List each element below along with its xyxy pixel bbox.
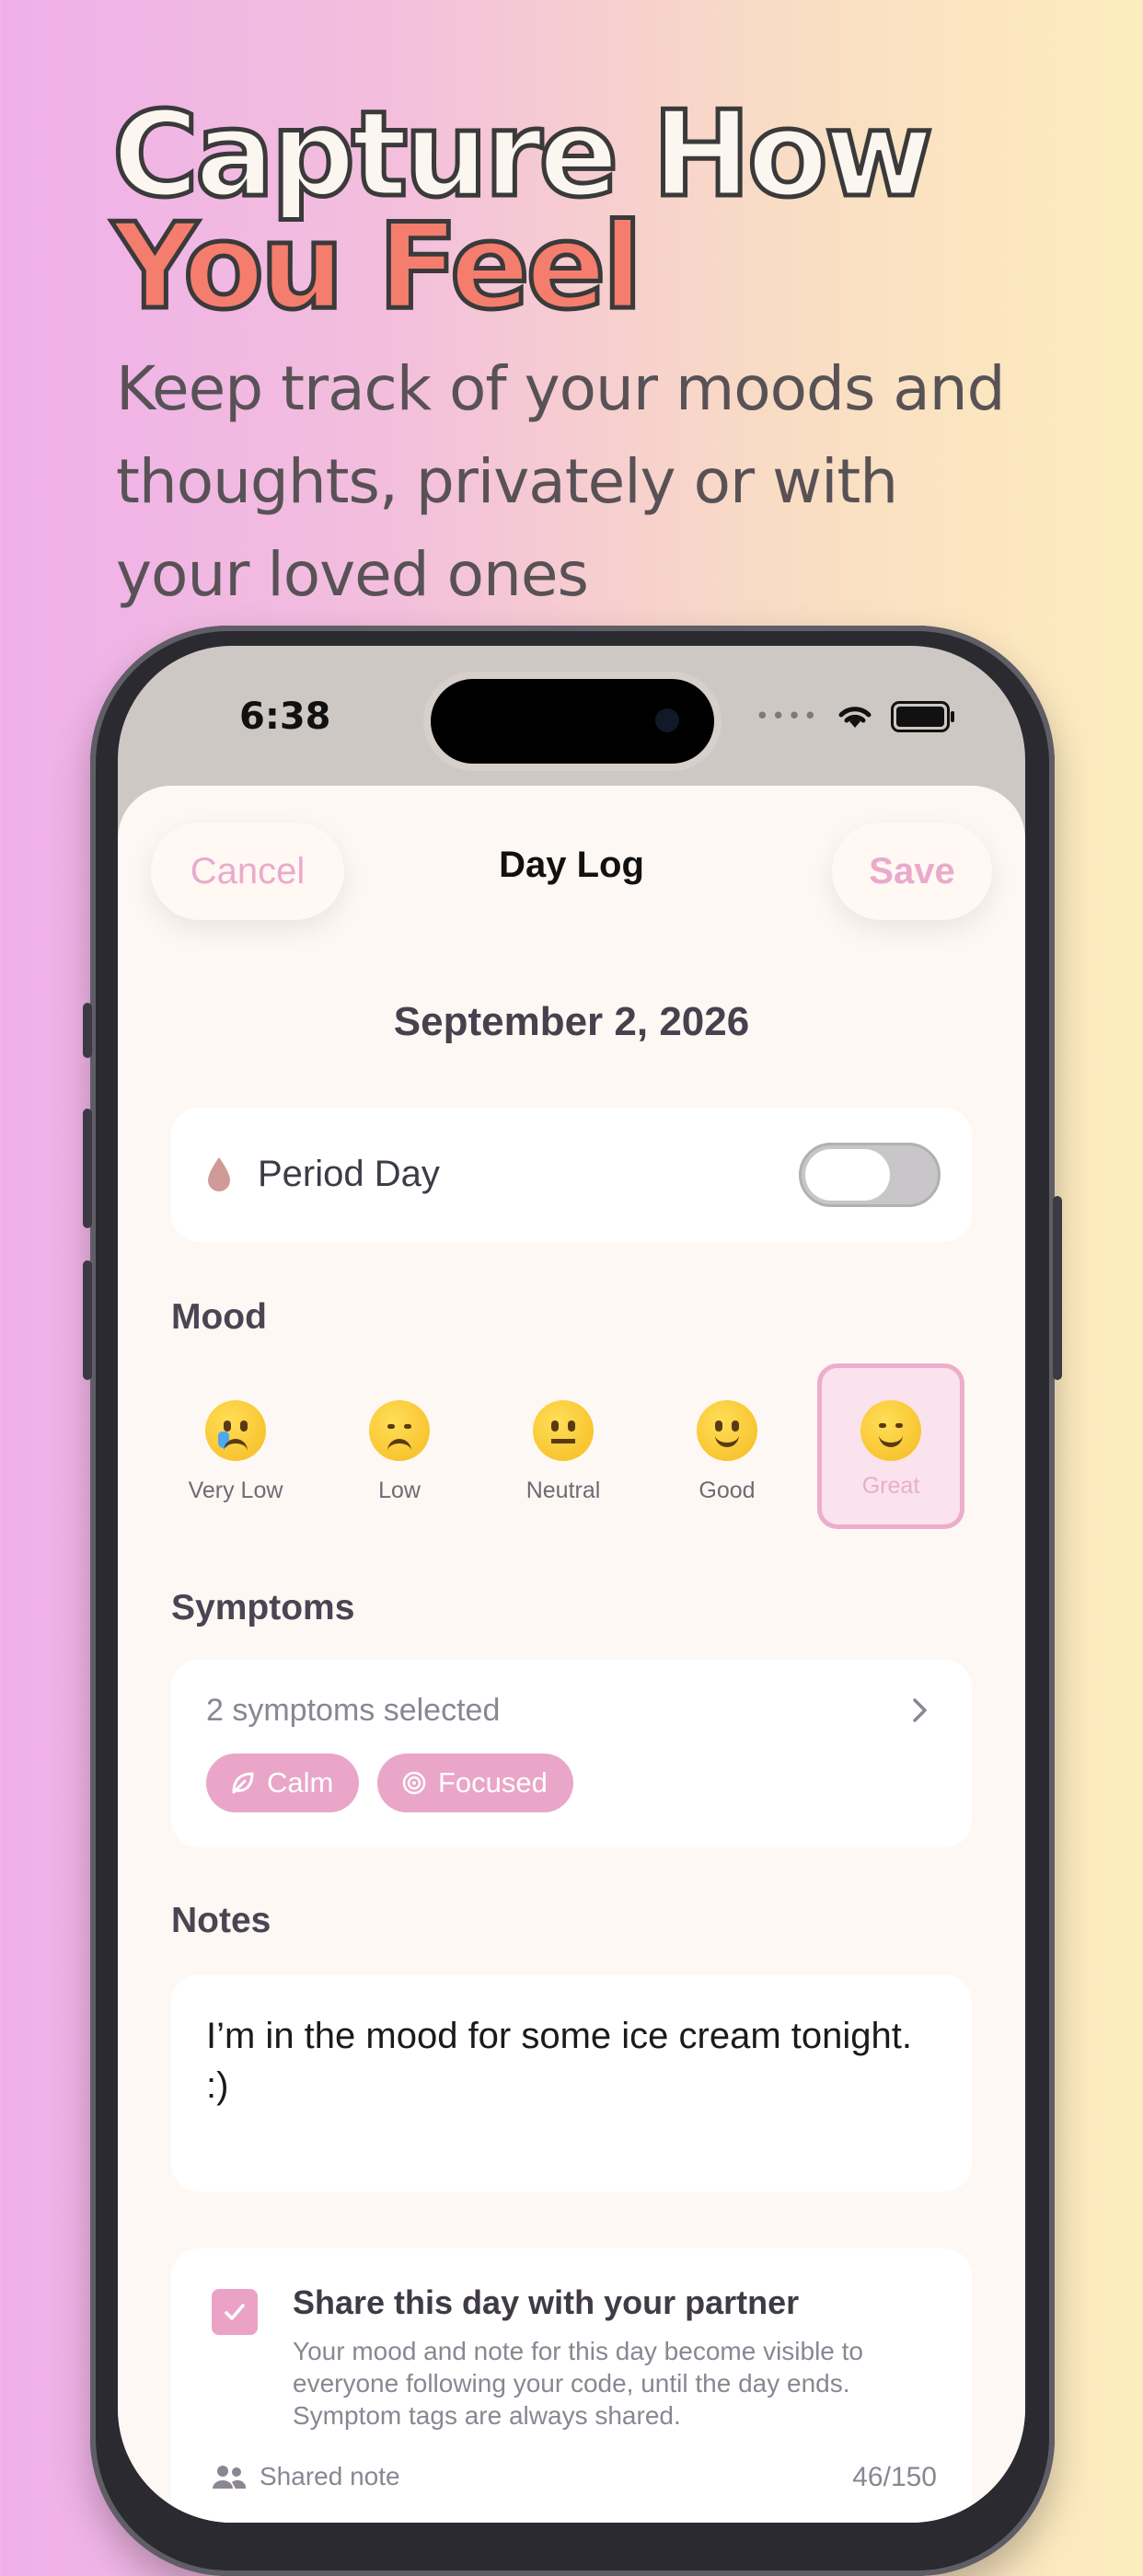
phone-volume-up-button <box>83 1109 92 1228</box>
symptom-chip-focused[interactable]: Focused <box>377 1754 573 1812</box>
share-checkbox[interactable] <box>212 2289 258 2335</box>
shared-note-label: Shared note <box>260 2462 400 2490</box>
mood-selector: Very Low Low Neutral Good Great <box>171 1363 985 1529</box>
dynamic-island <box>431 679 714 764</box>
slightly-smiling-face-icon <box>697 1400 757 1461</box>
mood-option-low[interactable]: Low <box>326 1363 473 1529</box>
phone-power-button <box>1053 1196 1062 1380</box>
headline-line-1: Capture How <box>110 86 936 224</box>
notes-text: I’m in the mood for some ice cream tonig… <box>206 2016 912 2106</box>
log-date: September 2, 2026 <box>393 999 750 1044</box>
crying-face-icon <box>205 1400 266 1461</box>
wifi-icon <box>838 707 872 728</box>
drop-icon <box>208 1157 230 1191</box>
mood-option-good[interactable]: Good <box>653 1363 801 1529</box>
symptoms-card[interactable]: 2 symptoms selected Calm Focused <box>171 1660 972 1847</box>
mood-label: Low <box>378 1478 421 1503</box>
mood-label: Neutral <box>525 1478 601 1503</box>
notes-field[interactable]: I’m in the mood for some ice cream tonig… <box>171 1974 972 2191</box>
share-title: Share this day with your partner <box>293 2283 800 2321</box>
mood-label: Good <box>698 1478 756 1503</box>
character-counter: 46/150 <box>852 2462 937 2492</box>
chevron-right-icon <box>913 1698 927 1722</box>
share-card: Share this day with your partner Your mo… <box>171 2248 972 2523</box>
day-log-sheet: Cancel Day Log Save September 2, 2026 Pe… <box>118 786 1025 2523</box>
mood-option-neutral[interactable]: Neutral <box>490 1363 637 1529</box>
symptom-chip-label: Focused <box>438 1766 548 1799</box>
symptoms-section-label: Symptoms <box>171 1588 355 1627</box>
phone-screen: 6:38 •••• Cancel Day Log Save September … <box>118 646 1025 2523</box>
headline: Capture How You Feel <box>110 86 1069 336</box>
mood-option-great[interactable]: Great <box>817 1363 964 1529</box>
period-day-toggle[interactable] <box>799 1143 941 1207</box>
target-icon <box>402 1771 426 1795</box>
battery-icon <box>891 701 954 732</box>
leaf-icon <box>232 1772 254 1794</box>
mood-label: Very Low <box>188 1478 283 1503</box>
headline-line-2: You Feel <box>110 199 645 336</box>
smiling-face-icon <box>860 1400 921 1461</box>
phone-action-button <box>83 1003 92 1058</box>
shared-note-row: Shared note <box>212 2462 400 2491</box>
save-button[interactable]: Save <box>832 822 992 920</box>
mood-option-very-low[interactable]: Very Low <box>162 1363 309 1529</box>
cellular-signal-icon: •••• <box>755 703 819 730</box>
symptom-chip-calm[interactable]: Calm <box>206 1754 360 1812</box>
mood-label: Great <box>861 1473 920 1499</box>
share-description: Your mood and note for this day become v… <box>293 2337 864 2430</box>
neutral-face-icon <box>533 1400 594 1461</box>
symptoms-count: 2 symptoms selected <box>206 1693 501 1728</box>
phone-volume-down-button <box>83 1260 92 1380</box>
status-time: 6:38 <box>239 696 331 738</box>
period-day-card: Period Day <box>171 1108 972 1242</box>
headline-subtitle: Keep track of your moods and thoughts, p… <box>116 353 1005 610</box>
checkmark-icon <box>225 2304 245 2320</box>
period-day-label: Period Day <box>258 1154 440 1194</box>
status-icons: •••• <box>755 701 954 732</box>
people-icon <box>213 2466 247 2489</box>
notes-section-label: Notes <box>171 1901 271 1940</box>
pensive-face-icon <box>369 1400 430 1461</box>
symptom-chip-label: Calm <box>267 1766 334 1799</box>
mood-section-label: Mood <box>171 1297 267 1337</box>
